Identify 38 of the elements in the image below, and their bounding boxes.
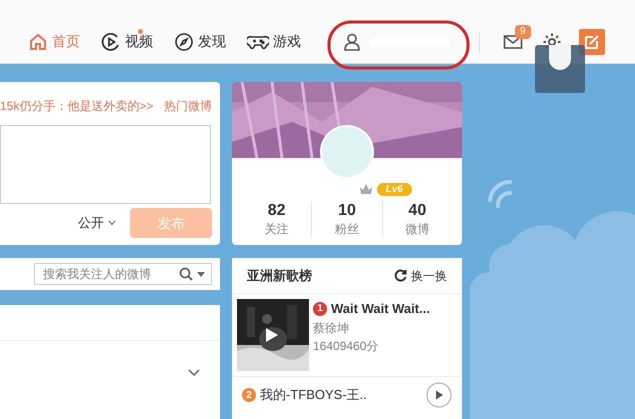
stat-label[interactable]: 微博 [405, 221, 430, 237]
stat-label[interactable]: 关注 [264, 221, 289, 237]
post-input-field[interactable] [0, 125, 211, 204]
mail-icon[interactable] [503, 32, 523, 50]
hot-weibo-link[interactable]: 热门微博 [164, 97, 212, 115]
user-icon[interactable] [342, 32, 362, 52]
song-title[interactable]: 我的-TFBOYS-王.. [260, 385, 422, 405]
rank-badge: 1 [313, 302, 327, 316]
play-circle-icon [101, 32, 121, 52]
stat-count: 10 [338, 201, 356, 221]
chevron-down-icon[interactable] [188, 369, 200, 377]
stat-count: 82 [268, 201, 286, 221]
caret-icon[interactable] [197, 272, 205, 276]
nav-link[interactable]: 发现 [174, 31, 226, 52]
search-icon[interactable] [179, 267, 193, 281]
compose-icon[interactable] [579, 28, 605, 54]
hot-topic-link[interactable]: 15k仍分手：他是送外卖的>> [0, 97, 154, 115]
rank-badge: 2 [242, 388, 256, 402]
crown-icon [358, 183, 373, 195]
play-button-icon[interactable] [426, 382, 452, 408]
refresh-link[interactable]: 换一换 [394, 266, 447, 284]
visibility-dropdown[interactable]: 公开 [78, 213, 116, 233]
compass-icon [174, 32, 194, 52]
chevron-down-icon [108, 220, 116, 226]
message-count-badge: 9 [515, 24, 531, 38]
song-title[interactable]: Wait Wait Wait... [331, 299, 430, 318]
nav-link[interactable]: 游戏 [247, 31, 301, 52]
stat-count: 40 [408, 201, 426, 221]
chart-title: 亚洲新歌榜 [247, 266, 312, 285]
stat-label[interactable]: 粉丝 [334, 221, 359, 237]
nav-link[interactable]: 首页 [28, 31, 80, 52]
home-icon [28, 32, 48, 52]
song-score: 16409460分 [313, 338, 380, 354]
play-icon[interactable] [265, 327, 279, 343]
search-field[interactable]: 搜索我关注人的微博 [34, 263, 212, 285]
nav-link[interactable]: 视频 [101, 31, 153, 52]
refresh-icon [394, 269, 407, 282]
artist-name[interactable]: 蔡徐坤 [313, 318, 430, 336]
